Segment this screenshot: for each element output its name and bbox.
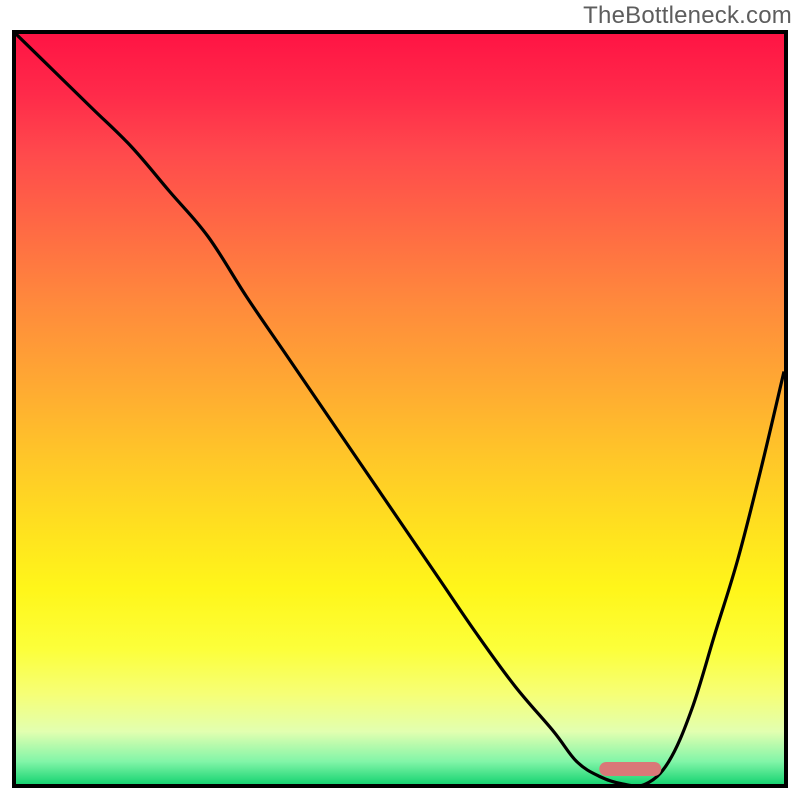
- watermark-text: TheBottleneck.com: [583, 2, 792, 30]
- chart-curve: [16, 34, 784, 784]
- chart-inner: [16, 34, 784, 784]
- chart-plot-area: [12, 30, 788, 788]
- highlight-marker: [600, 762, 661, 776]
